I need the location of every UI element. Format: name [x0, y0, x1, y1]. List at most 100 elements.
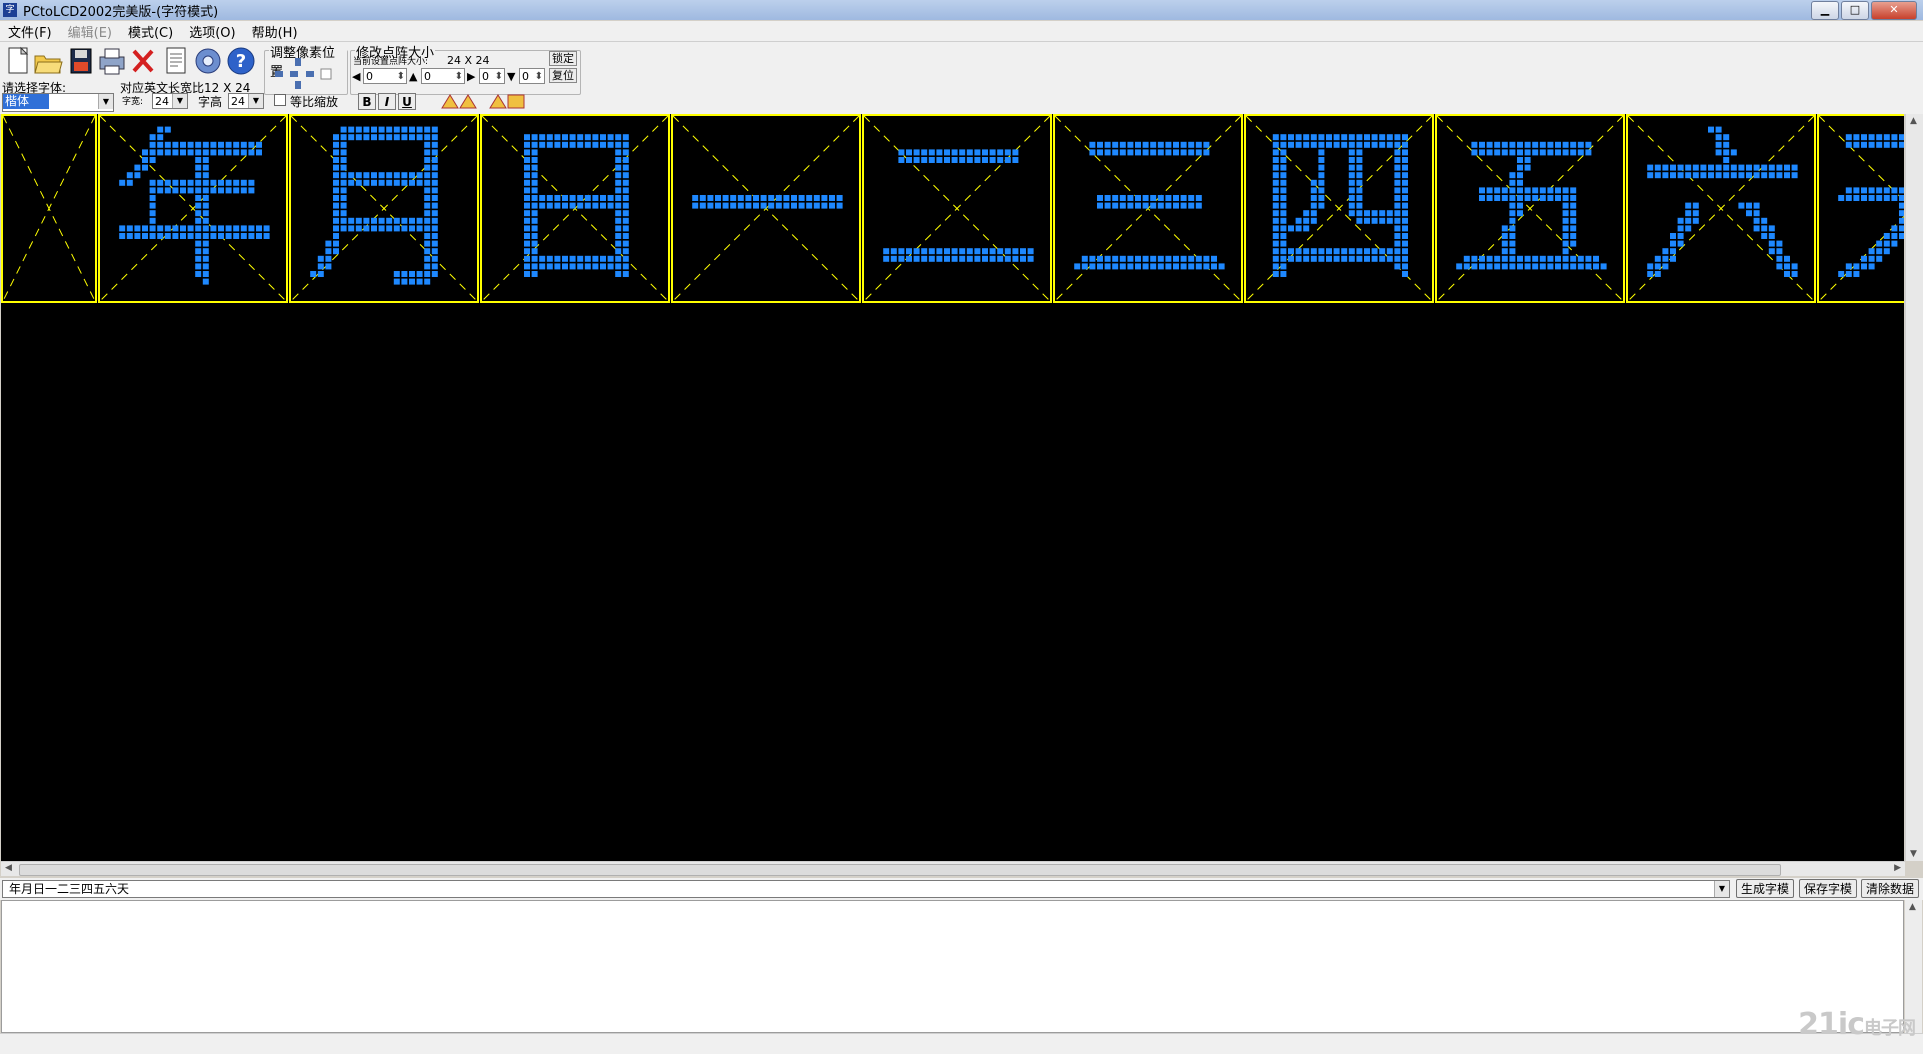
- spin-left[interactable]: 0: [363, 68, 407, 84]
- pixel-arrows-icon[interactable]: [273, 57, 339, 91]
- open-folder-icon[interactable]: [33, 44, 63, 78]
- spin-down[interactable]: 0: [519, 68, 545, 84]
- glyph-pixel: [1509, 210, 1516, 217]
- glyph-pixel: [1662, 248, 1669, 255]
- glyph-pixel: [233, 149, 240, 156]
- save-icon[interactable]: [66, 44, 96, 78]
- glyph-pixel: [1402, 134, 1408, 141]
- save-font-button[interactable]: 保存字模: [1799, 879, 1857, 898]
- document-icon[interactable]: [161, 44, 191, 78]
- canvas-vertical-scrollbar[interactable]: ▲ ▼: [1905, 114, 1923, 861]
- proportional-checkbox[interactable]: [274, 94, 286, 106]
- glyph-cell[interactable]: [1, 114, 97, 303]
- glyph-pixel: [1647, 271, 1654, 277]
- menu-mode[interactable]: 模式(C): [120, 22, 181, 41]
- printer-icon[interactable]: [97, 44, 127, 78]
- glyph-pixel: [1753, 164, 1760, 171]
- help-icon[interactable]: ?: [226, 44, 256, 78]
- menu-options[interactable]: 选项(O): [181, 22, 243, 41]
- delete-icon[interactable]: [128, 44, 158, 78]
- glyph-pixel: [1326, 141, 1332, 148]
- glyph-pixel: [386, 179, 393, 186]
- glyph-pixel: [1555, 263, 1561, 270]
- glyph-canvas[interactable]: [1, 114, 1904, 861]
- glyph-cell[interactable]: [1244, 114, 1434, 303]
- minimize-button[interactable]: ▁: [1811, 1, 1839, 20]
- glyph-pixel: [1402, 157, 1408, 163]
- chevron-down-icon[interactable]: ▼: [1714, 881, 1729, 897]
- glyph-pixel: [768, 202, 775, 209]
- glyph-pixel: [1364, 141, 1370, 148]
- glyph-pixel: [240, 149, 247, 156]
- glyph-cell[interactable]: [1053, 114, 1243, 303]
- glyph-cell[interactable]: [1817, 114, 1904, 303]
- glyph-pixel: [157, 179, 164, 186]
- glyph-cell[interactable]: [289, 114, 479, 303]
- glyph-pixel: [1173, 141, 1179, 148]
- glyph-pixel: [348, 134, 355, 141]
- glyph-cell[interactable]: [1626, 114, 1816, 303]
- glyph-pixel: [424, 248, 431, 255]
- glyph-cell[interactable]: [862, 114, 1052, 303]
- glyph-pixel: [1517, 179, 1523, 186]
- glyph-pixel: [1577, 255, 1584, 262]
- spin-right[interactable]: 0: [479, 68, 505, 84]
- glyph-pixel: [1654, 255, 1661, 262]
- menu-edit[interactable]: 编辑(E): [60, 22, 120, 41]
- generate-button[interactable]: 生成字模: [1736, 879, 1794, 898]
- glyph-pixel: [1876, 141, 1883, 148]
- pixel-adjust-group: 调整像素位置: [264, 42, 348, 95]
- reset-button[interactable]: 复位: [549, 68, 577, 83]
- horizontal-scroll-thumb[interactable]: [19, 864, 1781, 876]
- glyph-cell[interactable]: [671, 114, 861, 303]
- glyph-cell[interactable]: [98, 114, 288, 303]
- glyph-pixel: [890, 255, 897, 262]
- glyph-cell[interactable]: [1435, 114, 1625, 303]
- underline-button[interactable]: U: [398, 93, 416, 110]
- dot-size-group: 修改点阵大小 当前设置点阵大小: 24 X 24 锁定 复位 ◀ 0 ▲ 0 ▶…: [350, 42, 581, 95]
- glyph-pixel: [554, 202, 561, 209]
- new-file-icon[interactable]: [3, 44, 33, 78]
- glyph-pixel: [944, 255, 950, 262]
- menu-help[interactable]: 帮助(H): [244, 22, 306, 41]
- glyph-pixel: [836, 202, 843, 209]
- glyph-pixel: [829, 195, 835, 201]
- glyph-pixel: [1547, 141, 1554, 148]
- mirror-icon[interactable]: [488, 92, 526, 110]
- glyph-pixel: [195, 164, 202, 171]
- scroll-up-icon[interactable]: ▲: [1910, 116, 1917, 126]
- rotate-icon[interactable]: [440, 92, 478, 110]
- scroll-down-icon[interactable]: ▼: [1910, 849, 1917, 859]
- glyph-pixel: [202, 202, 209, 209]
- char-width-select[interactable]: 24 ▼: [152, 93, 188, 109]
- glyph-pixel: [1746, 210, 1752, 217]
- gear-icon[interactable]: [193, 44, 223, 78]
- glyph-pixel: [348, 179, 355, 186]
- italic-button[interactable]: I: [378, 93, 396, 110]
- scroll-up-icon[interactable]: ▲: [1909, 902, 1916, 912]
- maximize-button[interactable]: □: [1841, 1, 1869, 20]
- glyph-pixel: [340, 149, 347, 156]
- close-button[interactable]: ✕: [1871, 1, 1917, 20]
- glyph-pixel: [187, 179, 194, 186]
- glyph-cell[interactable]: [480, 114, 670, 303]
- glyph-pixel: [1654, 271, 1661, 277]
- text-input[interactable]: 年月日一二三四五六天 ▼: [2, 880, 1730, 898]
- bold-button[interactable]: B: [358, 93, 376, 110]
- canvas-horizontal-scrollbar[interactable]: ◀ ▶: [1, 861, 1905, 876]
- lock-button[interactable]: 锁定: [549, 51, 577, 66]
- spin-up[interactable]: 0: [421, 68, 465, 84]
- glyph-pixel: [615, 263, 622, 270]
- char-height-select[interactable]: 24 ▼: [228, 93, 264, 109]
- glyph-pixel: [256, 149, 262, 156]
- glyph-pixel: [1280, 233, 1287, 239]
- glyph-pixel: [806, 195, 813, 201]
- glyph-pixel: [1570, 263, 1577, 270]
- clear-data-button[interactable]: 清除数据: [1861, 879, 1919, 898]
- menu-file[interactable]: 文件(F): [0, 22, 60, 41]
- output-textarea[interactable]: [1, 900, 1904, 1033]
- font-select[interactable]: 楷体 ▼: [2, 93, 114, 112]
- scroll-right-icon[interactable]: ▶: [1894, 863, 1901, 873]
- scroll-left-icon[interactable]: ◀: [5, 863, 12, 873]
- glyph-pixel: [836, 195, 843, 201]
